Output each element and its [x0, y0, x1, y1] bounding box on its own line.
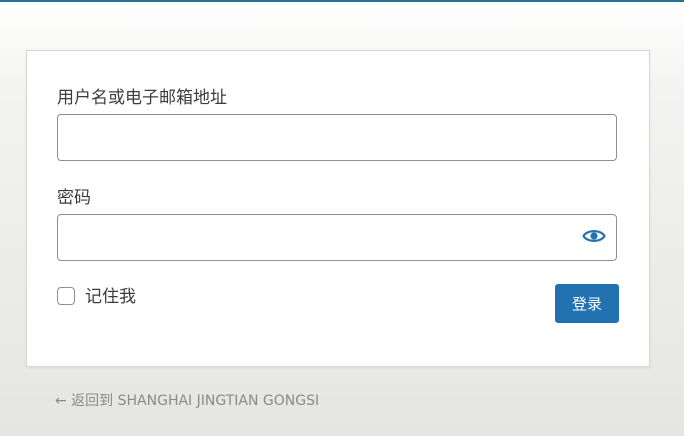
top-accent-bar	[0, 0, 684, 2]
username-input[interactable]	[57, 114, 617, 161]
login-form: 用户名或电子邮箱地址 密码 记住我 登录	[26, 50, 650, 367]
show-password-button[interactable]	[579, 226, 609, 250]
back-to-site-link[interactable]: ← 返回到 SHANGHAI JINGTIAN GONGSI	[55, 392, 319, 410]
remember-me-checkbox[interactable]	[57, 287, 75, 305]
remember-me-label[interactable]: 记住我	[85, 286, 136, 308]
password-input[interactable]	[57, 214, 617, 261]
username-label: 用户名或电子邮箱地址	[57, 88, 227, 108]
login-button[interactable]: 登录	[555, 284, 619, 323]
password-label: 密码	[57, 188, 91, 208]
eye-icon	[582, 228, 606, 248]
